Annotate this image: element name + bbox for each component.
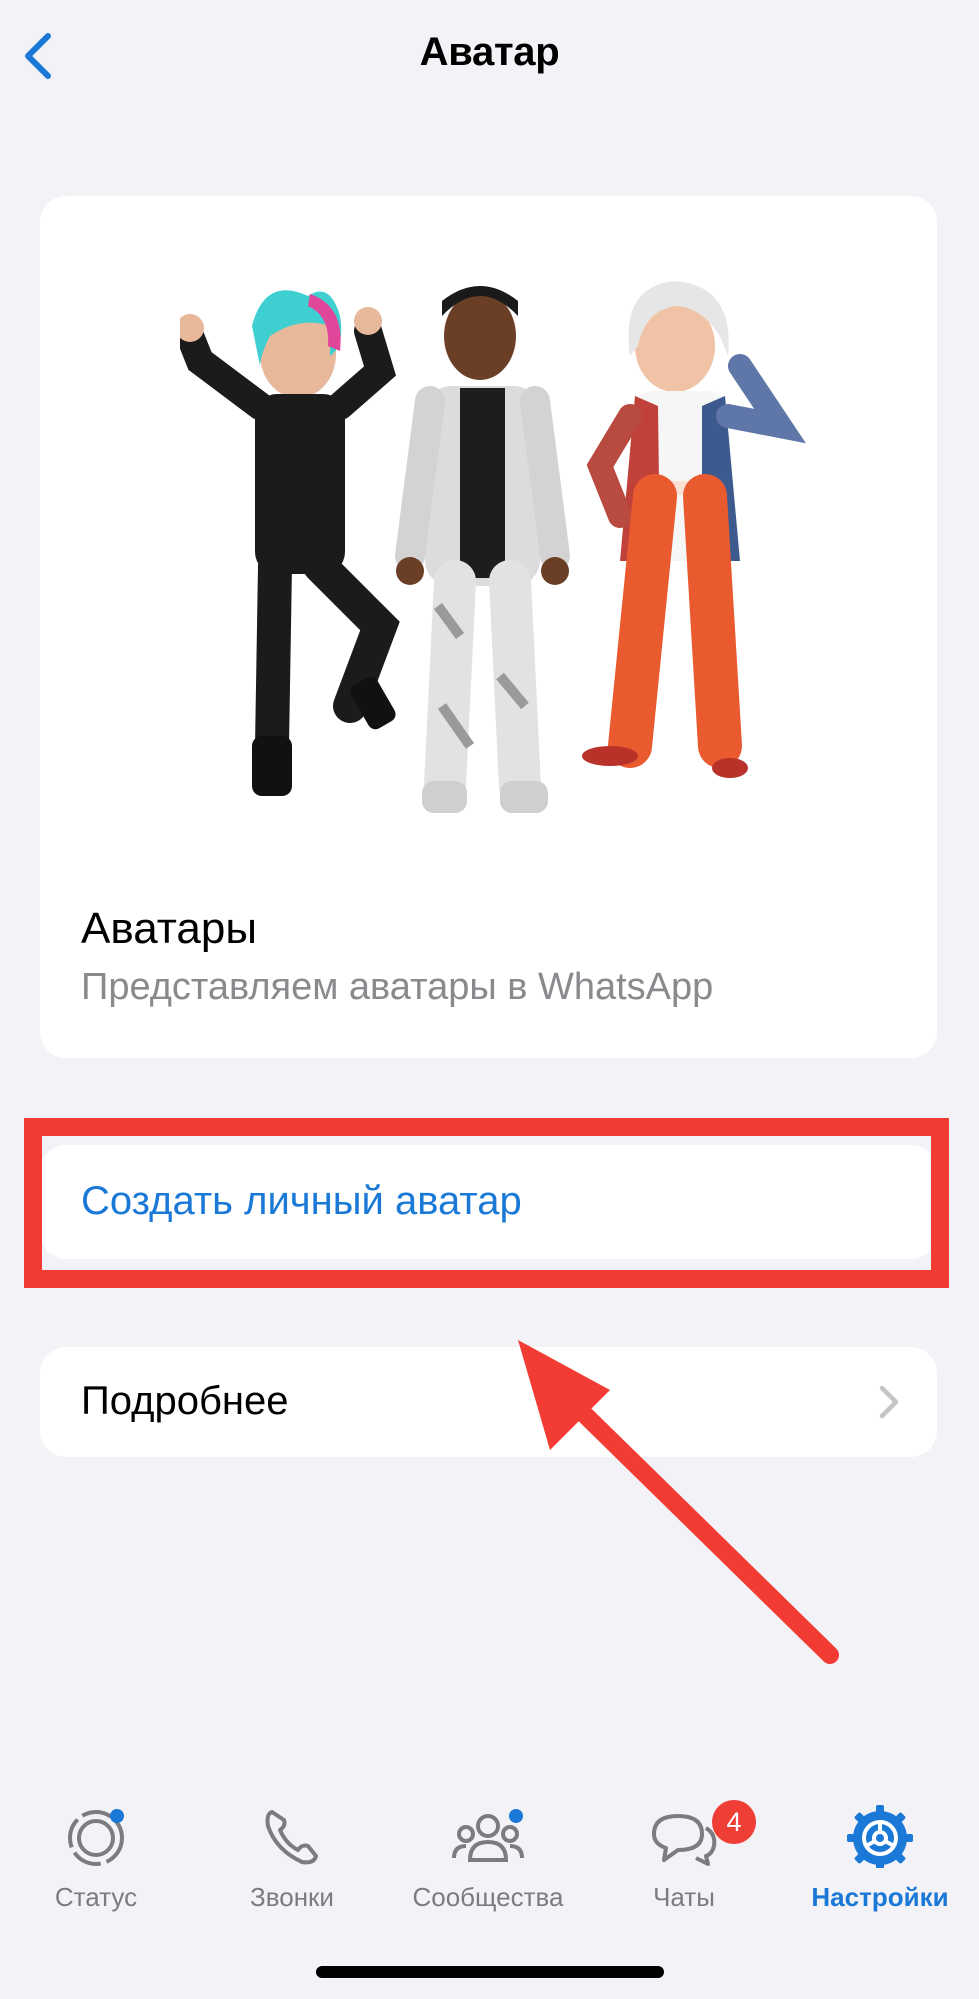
settings-icon: [847, 1805, 913, 1868]
chats-unread-badge: 4: [712, 1800, 756, 1844]
avatars-illustration: [180, 281, 806, 813]
tab-settings-label: Настройки: [811, 1882, 949, 1912]
tab-communities-label: Сообщества: [412, 1882, 564, 1912]
nav-header: Аватар: [0, 0, 979, 115]
tab-communities[interactable]: Сообщества: [398, 1790, 578, 1920]
communities-icon: [452, 1809, 524, 1862]
tab-status[interactable]: Статус: [6, 1790, 186, 1920]
learn-more-row[interactable]: Подробнее: [40, 1347, 937, 1457]
home-indicator: [316, 1966, 664, 1978]
tab-chats-label: Чаты: [653, 1882, 715, 1912]
avatars-title: Аватары: [81, 904, 257, 953]
avatars-subtitle: Представляем аватары в WhatsApp: [81, 966, 714, 1008]
tab-status-label: Статус: [54, 1882, 138, 1912]
avatars-promo-card: Аватары Представляем аватары в WhatsApp: [40, 196, 937, 1058]
chevron-right-icon: [879, 1385, 899, 1419]
learn-more-label: Подробнее: [81, 1379, 289, 1423]
tab-chats[interactable]: 4 Чаты: [594, 1790, 774, 1920]
create-avatar-label: Создать личный аватар: [81, 1179, 522, 1223]
tab-calls[interactable]: Звонки: [202, 1790, 382, 1920]
create-avatar-button[interactable]: Создать личный аватар: [40, 1145, 937, 1259]
tab-calls-label: Звонки: [250, 1882, 334, 1912]
chats-icon: [652, 1814, 717, 1866]
status-icon: [68, 1809, 124, 1866]
phone-icon: [265, 1810, 318, 1865]
page-title: Аватар: [419, 30, 560, 74]
tab-settings[interactable]: Настройки: [790, 1790, 970, 1920]
